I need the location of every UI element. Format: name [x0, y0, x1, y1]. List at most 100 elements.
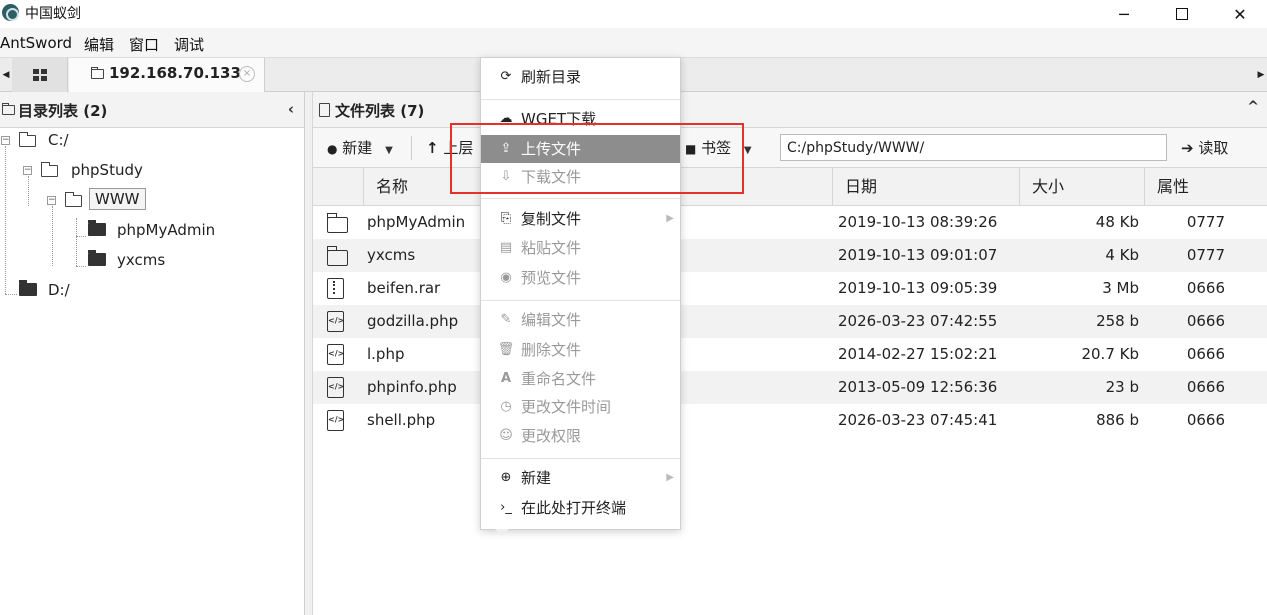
icon-column-header	[313, 168, 363, 206]
terminal-icon: ›_	[500, 500, 512, 515]
menu-item-new[interactable]: ⊕ 新建 ▶	[481, 464, 680, 492]
plus-circle-icon: ●	[327, 142, 338, 156]
menu-edit[interactable]: 编辑	[84, 34, 114, 55]
file-panel-title: 文件列表 (7)	[335, 102, 425, 120]
plus-circle-icon: ⊕	[500, 470, 512, 485]
read-button[interactable]: ➔ 读取	[1181, 137, 1228, 158]
menu-item-paste[interactable]: ▤ 粘贴文件	[481, 234, 680, 262]
file-attr: 0666	[1186, 378, 1225, 396]
copy-icon: ⎘	[500, 211, 512, 226]
file-size: 886 b	[1096, 411, 1139, 429]
tab-connection[interactable]: 192.168.70.133 ×	[69, 58, 265, 92]
antsword-logo-icon	[2, 4, 19, 21]
file-size: 4 Kb	[1105, 246, 1139, 264]
context-menu-pointer	[495, 529, 509, 536]
file-date: 2026-03-23 07:42:55	[838, 312, 998, 330]
file-date: 2019-10-13 08:39:26	[838, 213, 998, 231]
archive-file-icon	[327, 278, 344, 299]
file-name: l.php	[367, 345, 405, 363]
folder-icon	[326, 246, 348, 266]
code-file-icon	[327, 410, 344, 431]
menu-item-edit[interactable]: ✎ 编辑文件	[481, 306, 680, 334]
file-date: 2014-02-27 15:02:21	[838, 345, 998, 363]
menu-item-delete[interactable]: 🗑 删除文件	[481, 336, 680, 364]
tree-node-c-drive[interactable]: C:/	[48, 131, 69, 149]
directory-panel-header: 目录列表 (2) ‹	[0, 92, 304, 128]
code-file-icon	[327, 344, 344, 365]
folder-icon	[91, 67, 104, 79]
tree-node-phpmyadmin[interactable]: phpMyAdmin	[117, 221, 215, 239]
folder-icon	[88, 250, 106, 266]
menu-debug[interactable]: 调试	[174, 34, 204, 55]
collapse-left-icon[interactable]: ‹	[288, 100, 294, 118]
menu-item-copy[interactable]: ⎘ 复制文件 ▶	[481, 205, 680, 233]
file-date: 2019-10-13 09:05:39	[838, 279, 998, 297]
folder-open-icon	[41, 162, 58, 177]
file-row[interactable]: shell.php 2026-03-23 07:45:41 886 b 0666	[313, 404, 1267, 437]
menu-item-change-time[interactable]: ◷ 更改文件时间	[481, 393, 680, 421]
tab-home[interactable]	[12, 58, 68, 92]
file-size: 20.7 Kb	[1081, 345, 1139, 363]
tree-node-d-drive[interactable]: D:/	[48, 281, 70, 299]
tab-label: 192.168.70.133	[109, 64, 241, 82]
column-attr[interactable]: 属性	[1144, 168, 1267, 206]
menu-item-preview[interactable]: ◉ 预览文件	[481, 264, 680, 292]
tab-scroll-right-button[interactable]: ▶	[1255, 58, 1267, 92]
window-title: 中国蚁剑	[25, 6, 81, 22]
menu-antsword[interactable]: AntSword	[0, 34, 72, 52]
file-date: 2026-03-23 07:45:41	[838, 411, 998, 429]
tab-scroll-left-button[interactable]: ◀	[0, 58, 12, 92]
minimize-icon: ─	[1119, 4, 1129, 24]
file-attr: 0666	[1186, 345, 1225, 363]
file-row[interactable]: yxcms 2019-10-13 09:01:07 4 Kb 0777	[313, 239, 1267, 272]
menu-item-change-permission[interactable]: ☺ 更改权限	[481, 422, 680, 450]
menu-item-refresh[interactable]: ⟳ 刷新目录	[481, 63, 680, 91]
file-row[interactable]: godzilla.php 2026-03-23 07:42:55 258 b 0…	[313, 305, 1267, 338]
file-row[interactable]: beifen.rar 2019-10-13 09:05:39 3 Mb 0666	[313, 272, 1267, 305]
file-row[interactable]: l.php 2014-02-27 15:02:21 20.7 Kb 0666	[313, 338, 1267, 371]
submenu-arrow-icon: ▶	[666, 213, 674, 224]
file-size: 23 b	[1105, 378, 1139, 396]
read-button-label: 读取	[1198, 139, 1229, 157]
folder-open-icon	[65, 192, 82, 207]
tree-expander[interactable]: −	[47, 196, 56, 205]
file-date: 2019-10-13 09:01:07	[838, 246, 998, 264]
tab-close-icon[interactable]: ×	[239, 66, 255, 82]
menu-item-terminal[interactable]: ›_ 在此处打开终端	[481, 494, 680, 522]
tree-node-www[interactable]: WWW	[89, 188, 146, 210]
minimize-button[interactable]: ─	[1095, 0, 1153, 28]
file-row[interactable]: phpMyAdmin 2019-10-13 08:39:26 48 Kb 077…	[313, 206, 1267, 239]
file-name: beifen.rar	[367, 279, 441, 297]
maximize-button[interactable]	[1153, 0, 1211, 28]
clock-icon: ◷	[500, 399, 512, 414]
file-name: shell.php	[367, 411, 436, 429]
grid-icon	[32, 69, 47, 81]
file-row[interactable]: phpinfo.php 2013-05-09 12:56:36 23 b 066…	[313, 371, 1267, 404]
caret-down-icon: ▼	[385, 145, 393, 156]
menu-window[interactable]: 窗口	[129, 34, 159, 55]
file-size: 48 Kb	[1095, 213, 1139, 231]
tree-node-yxcms[interactable]: yxcms	[117, 251, 165, 269]
arrow-right-icon: ➔	[1181, 139, 1194, 157]
maximize-icon	[1176, 8, 1188, 20]
file-name: godzilla.php	[367, 312, 459, 330]
column-size[interactable]: 大小	[1019, 168, 1144, 206]
file-attr: 0777	[1186, 213, 1225, 231]
caret-down-icon: ▼	[743, 145, 752, 156]
tree-expander[interactable]: −	[23, 166, 32, 175]
tree-node-phpstudy[interactable]: phpStudy	[71, 161, 143, 179]
column-date[interactable]: 日期	[832, 168, 1019, 206]
edit-icon: ✎	[500, 312, 512, 327]
tree-expander[interactable]: −	[1, 136, 10, 145]
file-name: yxcms	[367, 246, 416, 264]
path-input[interactable]	[780, 134, 1167, 161]
new-button[interactable]: ● 新建 ▼	[327, 137, 393, 158]
collapse-up-icon[interactable]: ^	[1247, 99, 1259, 115]
refresh-icon: ⟳	[500, 69, 512, 84]
file-name: phpMyAdmin	[367, 213, 466, 231]
code-file-icon	[327, 377, 344, 398]
close-button[interactable]: ✕	[1211, 0, 1267, 28]
menu-item-rename[interactable]: A 重命名文件	[481, 365, 680, 393]
panel-splitter[interactable]	[305, 92, 313, 615]
folder-open-icon	[19, 132, 36, 147]
